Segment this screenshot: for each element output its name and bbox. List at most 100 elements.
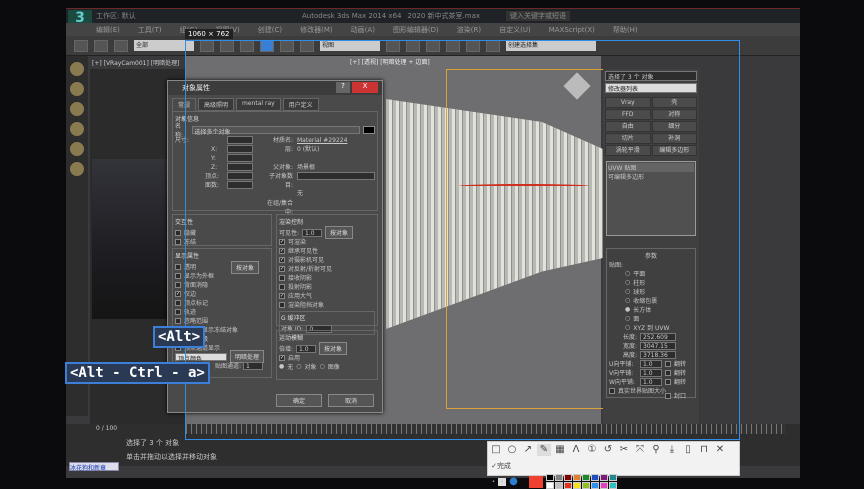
length-spinner[interactable]: 252.609 — [640, 332, 676, 341]
text-icon[interactable]: Λ — [569, 444, 583, 456]
ref-coord-dropdown[interactable]: 视图 — [320, 40, 380, 51]
color-swatch[interactable] — [563, 474, 572, 481]
tool-icon[interactable] — [70, 142, 84, 156]
display-checkbox[interactable] — [175, 263, 181, 270]
snap-icon[interactable] — [426, 39, 440, 52]
size-medium-icon[interactable]: • — [497, 477, 507, 486]
menu-edit[interactable]: 编辑(E) — [96, 25, 120, 35]
name-field[interactable]: 选择多个对象 — [191, 125, 361, 136]
stack-item[interactable]: UVW 贴图 — [608, 163, 694, 172]
width-spinner[interactable]: 3047.15 — [640, 341, 676, 350]
display-checkbox[interactable] — [175, 281, 181, 288]
render-checkbox[interactable] — [279, 301, 285, 308]
render-checkbox[interactable] — [279, 274, 285, 281]
link-icon[interactable] — [74, 39, 88, 52]
close-button[interactable]: X — [352, 82, 378, 93]
workspace-dropdown[interactable]: 工作区: 默认 — [96, 11, 216, 21]
bind-space-warp-icon[interactable] — [114, 39, 128, 52]
radio-object[interactable]: ○ — [296, 363, 301, 370]
selection-filter-dropdown[interactable]: 全部 — [134, 40, 194, 51]
mapping-radio[interactable]: ○ 收缩包裹 — [609, 296, 693, 305]
enabled-checkbox[interactable]: ✓ — [279, 354, 285, 361]
ok-button[interactable]: 确定 — [276, 394, 322, 407]
mapping-radio[interactable]: ○ 面 — [609, 314, 693, 323]
v-tile-spinner[interactable]: 1.0 — [640, 368, 662, 377]
stack-item[interactable]: 可编辑多边形 — [608, 172, 694, 181]
mapping-radio[interactable]: ○ XYZ 到 UVW — [609, 323, 693, 332]
color-swatch[interactable] — [554, 474, 563, 481]
render-checkbox[interactable]: ✓ — [279, 247, 285, 254]
u-tile-spinner[interactable]: 1.0 — [640, 359, 662, 368]
selection-set-dropdown[interactable]: 创建选择集 — [506, 40, 596, 51]
done-button[interactable]: ✓完成 — [489, 460, 513, 472]
cancel-icon[interactable]: ✕ — [713, 444, 727, 456]
download-icon[interactable]: ⤓ — [665, 444, 679, 456]
material-icon[interactable] — [70, 102, 84, 116]
tab-general[interactable]: 常规 — [172, 98, 197, 111]
flip-checkbox[interactable] — [665, 378, 671, 385]
menu-modifiers[interactable]: 修改器(M) — [300, 25, 333, 35]
menu-rendering[interactable]: 渲染(R) — [457, 25, 481, 35]
modifier-button[interactable]: 壳 — [651, 97, 697, 108]
mapping-radio[interactable]: ○ 柱形 — [609, 278, 693, 287]
height-spinner[interactable]: 3718.36 — [640, 350, 676, 359]
sphere-icon[interactable] — [70, 162, 84, 176]
mapping-radio[interactable]: ○ 平面 — [609, 269, 693, 278]
modifier-button[interactable]: 编辑多边形 — [651, 145, 697, 156]
modifier-button[interactable]: 细分 — [651, 121, 697, 132]
render-checkbox[interactable]: ✓ — [279, 292, 285, 299]
pin-icon[interactable]: ⚲ — [649, 444, 663, 456]
spinner-snap-icon[interactable] — [486, 39, 500, 52]
cancel-button[interactable]: 取消 — [328, 394, 374, 407]
camera-icon[interactable] — [70, 82, 84, 96]
flip-checkbox[interactable] — [665, 360, 671, 367]
modifier-button[interactable]: 切片 — [605, 133, 651, 144]
modifier-button[interactable]: Vray — [605, 97, 651, 108]
render-checkbox[interactable]: ✓ — [279, 265, 285, 272]
rollout-title[interactable]: 参数 — [609, 251, 693, 260]
unlink-icon[interactable] — [94, 39, 108, 52]
tab-adv-lighting[interactable]: 高级照明 — [198, 98, 235, 111]
display-checkbox[interactable] — [175, 308, 181, 315]
render-checkbox[interactable]: ✓ — [279, 256, 285, 263]
rectangle-icon[interactable]: □ — [489, 444, 503, 456]
modifier-button[interactable]: 涡轮平滑 — [605, 145, 651, 156]
color-swatch[interactable] — [590, 474, 599, 481]
viewport-label[interactable]: [+] [透视] [明暗处理 + 边面] — [350, 57, 430, 66]
modifier-list-dropdown[interactable]: 修改器列表 — [605, 83, 697, 93]
listener-button[interactable]: 冰花狗和新章 — [69, 462, 119, 472]
scale-icon[interactable] — [300, 39, 314, 52]
color-swatch[interactable] — [608, 474, 617, 481]
undo-icon[interactable]: ↺ — [601, 444, 615, 456]
size-small-icon[interactable]: • — [492, 479, 495, 485]
circle-icon[interactable]: ○ — [505, 444, 519, 456]
visibility-spinner[interactable]: 1.0 — [302, 228, 323, 237]
angle-snap-icon[interactable] — [446, 39, 460, 52]
tab-mental-ray[interactable]: mental ray — [236, 98, 281, 111]
phone-icon[interactable]: ▯ — [681, 444, 695, 456]
mapping-radio[interactable]: ● 长方体 — [609, 305, 693, 314]
mapping-radio[interactable]: ○ 球形 — [609, 287, 693, 296]
modifier-button[interactable]: FFD — [605, 109, 651, 120]
number-icon[interactable]: ① — [585, 444, 599, 456]
color-swatch[interactable] — [363, 125, 375, 134]
by-object-button[interactable]: 按对象 — [325, 226, 354, 239]
freeze-checkbox[interactable] — [175, 238, 181, 245]
search-input[interactable]: 键入关键字或短语 — [506, 11, 570, 21]
select-icon[interactable] — [200, 39, 214, 52]
percent-snap-icon[interactable] — [466, 39, 480, 52]
menu-maxscript[interactable]: MAXScript(X) — [549, 26, 595, 34]
real-world-checkbox[interactable] — [609, 387, 615, 394]
tab-user-defined[interactable]: 用户定义 — [282, 98, 319, 111]
modifier-button[interactable]: 自由 — [605, 121, 651, 132]
display-checkbox[interactable]: ✓ — [175, 290, 181, 297]
w-tile-spinner[interactable]: 1.0 — [640, 377, 662, 386]
display-checkbox[interactable] — [175, 299, 181, 306]
render-icon[interactable] — [70, 122, 84, 136]
multiplier-spinner[interactable]: 1.0 — [296, 344, 317, 353]
display-checkbox[interactable] — [175, 317, 181, 324]
modifier-button[interactable]: 对称 — [651, 109, 697, 120]
hide-checkbox[interactable] — [175, 229, 181, 236]
menu-graph-editors[interactable]: 图形编辑器(D) — [393, 25, 439, 35]
display-checkbox[interactable] — [175, 272, 181, 279]
